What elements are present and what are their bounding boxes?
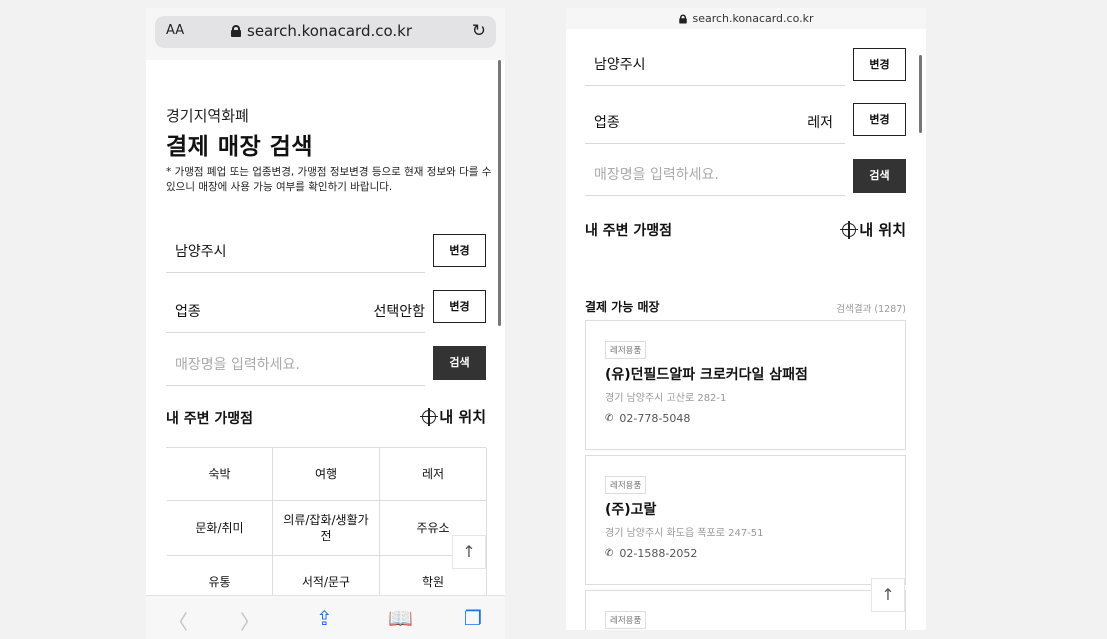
- change-region-button[interactable]: 변경: [433, 234, 486, 267]
- url-display[interactable]: search.konacard.co.kr: [231, 22, 412, 40]
- category-item[interactable]: 레저: [380, 448, 487, 501]
- browser-url-strip[interactable]: search.konacard.co.kr: [566, 8, 926, 29]
- store-address: 경기 남양주시 화도읍 폭포로 247-51: [605, 528, 764, 539]
- region-field: 남양주시: [585, 46, 845, 86]
- category-item[interactable]: 숙박: [167, 448, 273, 501]
- nearby-title: 내 주변 가맹점: [585, 223, 673, 239]
- store-phone-number: 02-778-5048: [619, 412, 691, 425]
- right-screen: search.konacard.co.kr 남양주시 변경 업종 레저 변경 매…: [566, 8, 926, 630]
- phone-icon: ✆: [605, 413, 614, 424]
- my-location-label: 내 위치: [859, 221, 906, 239]
- scrollbar[interactable]: [919, 55, 922, 133]
- reload-icon[interactable]: ↻: [472, 21, 486, 41]
- search-placeholder: 매장명을 입력하세요.: [594, 167, 719, 183]
- my-location-button[interactable]: 내 위치: [840, 219, 906, 240]
- left-screen: AA search.konacard.co.kr ↻ 경기지역화폐 결제 매장 …: [146, 8, 505, 639]
- results-count: 검색결과 (1287): [836, 304, 906, 315]
- store-card[interactable]: 레저용품 (유)던필드알파 크로커다일 삼패점 경기 남양주시 고산로 282-…: [585, 320, 906, 450]
- store-category-tag: 레저용품: [605, 341, 647, 359]
- url-text: search.konacard.co.kr: [692, 12, 814, 25]
- category-value: 선택안함: [373, 304, 425, 320]
- url-text: search.konacard.co.kr: [247, 22, 413, 40]
- browser-toolbar: 〈 〉 ⇪ 📖 ❐: [146, 595, 505, 639]
- results-title: 결제 가능 매장: [585, 300, 660, 314]
- notice-text: * 가맹점 폐업 또는 업종변경, 가맹점 정보변경 등으로 현재 정보와 다를…: [166, 166, 492, 193]
- search-button[interactable]: 검색: [433, 346, 486, 380]
- crosshair-icon: [840, 220, 859, 239]
- store-name: (유)던필드알파 크로커다일 삼패점: [605, 367, 808, 383]
- phone-icon: ✆: [605, 548, 614, 559]
- share-icon[interactable]: ⇪: [316, 606, 333, 630]
- region-value: 남양주시: [594, 57, 646, 73]
- store-phone-number: 02-1588-2052: [619, 547, 698, 560]
- scroll-to-top-button[interactable]: ↑: [871, 578, 905, 612]
- tabs-icon[interactable]: ❐: [464, 606, 482, 630]
- category-value: 레저: [807, 115, 833, 131]
- scrollbar[interactable]: [498, 60, 501, 326]
- address-bar[interactable]: AA search.konacard.co.kr ↻: [155, 16, 496, 48]
- search-placeholder: 매장명을 입력하세요.: [175, 357, 300, 373]
- region-value: 남양주시: [175, 244, 227, 260]
- store-phone[interactable]: ✆ 02-1588-2052: [605, 547, 697, 560]
- category-item[interactable]: 문화/취미: [167, 501, 273, 556]
- forward-arrow-icon[interactable]: 〉: [240, 606, 260, 635]
- text-size-button[interactable]: AA: [166, 23, 184, 38]
- change-category-button[interactable]: 변경: [433, 290, 486, 323]
- page-subtitle: 경기지역화폐: [166, 107, 249, 125]
- change-region-button[interactable]: 변경: [853, 48, 906, 81]
- region-field: 남양주시: [166, 235, 425, 273]
- store-category-tag: 레저용품: [605, 476, 647, 494]
- category-label: 업종: [175, 304, 201, 320]
- store-address: 경기 남양주시 고산로 282-1: [605, 393, 727, 404]
- my-location-label: 내 위치: [439, 408, 486, 426]
- store-search-input[interactable]: 매장명을 입력하세요.: [166, 348, 425, 386]
- page-title: 결제 매장 검색: [166, 134, 313, 160]
- search-button[interactable]: 검색: [853, 159, 906, 193]
- back-arrow-icon[interactable]: 〈: [168, 606, 188, 635]
- category-label: 업종: [594, 115, 620, 131]
- store-card[interactable]: 레저용품 (주)고랄 경기 남양주시 화도읍 폭포로 247-51 ✆ 02-1…: [585, 455, 906, 585]
- browser-top-bar: AA search.konacard.co.kr ↻: [146, 8, 505, 60]
- change-category-button[interactable]: 변경: [853, 103, 906, 136]
- my-location-button[interactable]: 내 위치: [420, 406, 486, 427]
- category-item-label: 의류/잡화/생활가전: [283, 513, 369, 543]
- store-category-tag: 레저용품: [605, 611, 647, 629]
- store-card[interactable]: 레저용품: [585, 590, 906, 630]
- store-phone[interactable]: ✆ 02-778-5048: [605, 412, 690, 425]
- scroll-to-top-button[interactable]: ↑: [452, 535, 486, 569]
- category-item[interactable]: 여행: [273, 448, 380, 501]
- store-search-input[interactable]: 매장명을 입력하세요.: [585, 158, 845, 196]
- bookmarks-icon[interactable]: 📖: [388, 606, 413, 630]
- lock-icon: [679, 14, 688, 23]
- category-field: 업종 레저: [585, 106, 845, 144]
- lock-icon: [231, 25, 241, 37]
- nearby-title: 내 주변 가맹점: [166, 411, 254, 427]
- category-grid: 숙박 여행 레저 문화/취미 의류/잡화/생활가전 주유소 유통 서적/문구 학…: [166, 447, 487, 609]
- crosshair-icon: [420, 407, 439, 426]
- store-name: (주)고랄: [605, 502, 657, 518]
- category-item[interactable]: 의류/잡화/생활가전: [273, 501, 380, 556]
- category-field: 업종 선택안함: [166, 295, 425, 333]
